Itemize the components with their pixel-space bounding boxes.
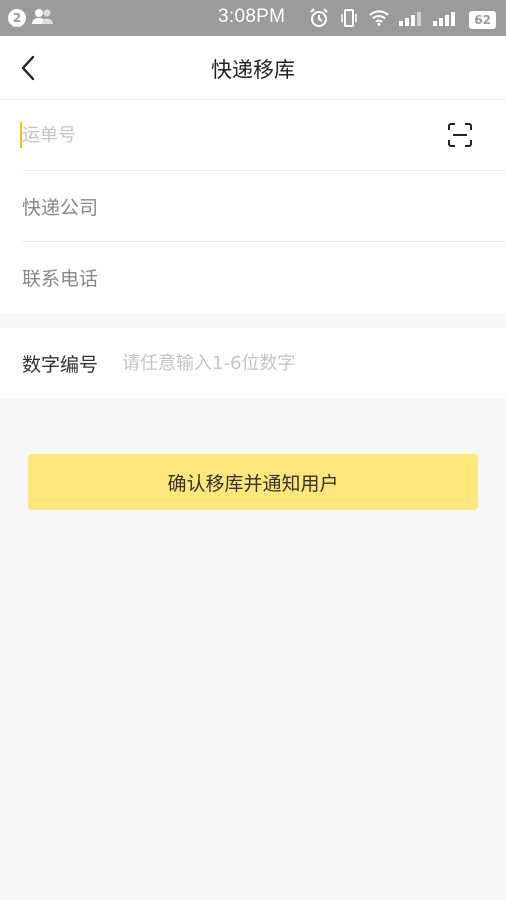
status-bar-left: 2	[8, 8, 54, 28]
phone-label: 联系电话	[22, 268, 99, 290]
contacts-icon	[32, 8, 54, 28]
status-bar-right: 62	[309, 8, 496, 32]
status-time: 3:08PM	[218, 6, 286, 27]
phone-row[interactable]: 联系电话	[22, 242, 506, 313]
wifi-icon	[369, 10, 389, 30]
digit-code-row: 数字编号	[0, 328, 506, 398]
battery-icon: 62	[469, 11, 496, 29]
navbar: 快递移库	[0, 36, 506, 100]
scan-icon[interactable]	[448, 123, 472, 147]
alarm-icon	[309, 8, 329, 32]
text-cursor	[20, 122, 22, 148]
status-bar: 2 3:08PM 62	[0, 0, 506, 36]
courier-company-row[interactable]: 快递公司	[22, 171, 506, 242]
signal-icon-2	[433, 10, 459, 30]
package-form: 快递公司 联系电话	[0, 100, 506, 314]
digit-code-input[interactable]	[122, 352, 462, 374]
tracking-number-input[interactable]	[22, 124, 402, 146]
notification-count-badge: 2	[8, 9, 26, 27]
page-title: 快递移库	[211, 58, 295, 82]
signal-icon-1	[399, 10, 423, 30]
digit-code-label: 数字编号	[22, 353, 99, 376]
tracking-number-row	[20, 100, 506, 171]
vibrate-icon	[339, 8, 359, 32]
courier-company-label: 快递公司	[22, 196, 99, 219]
confirm-transfer-button[interactable]: 确认移库并通知用户	[28, 454, 478, 510]
